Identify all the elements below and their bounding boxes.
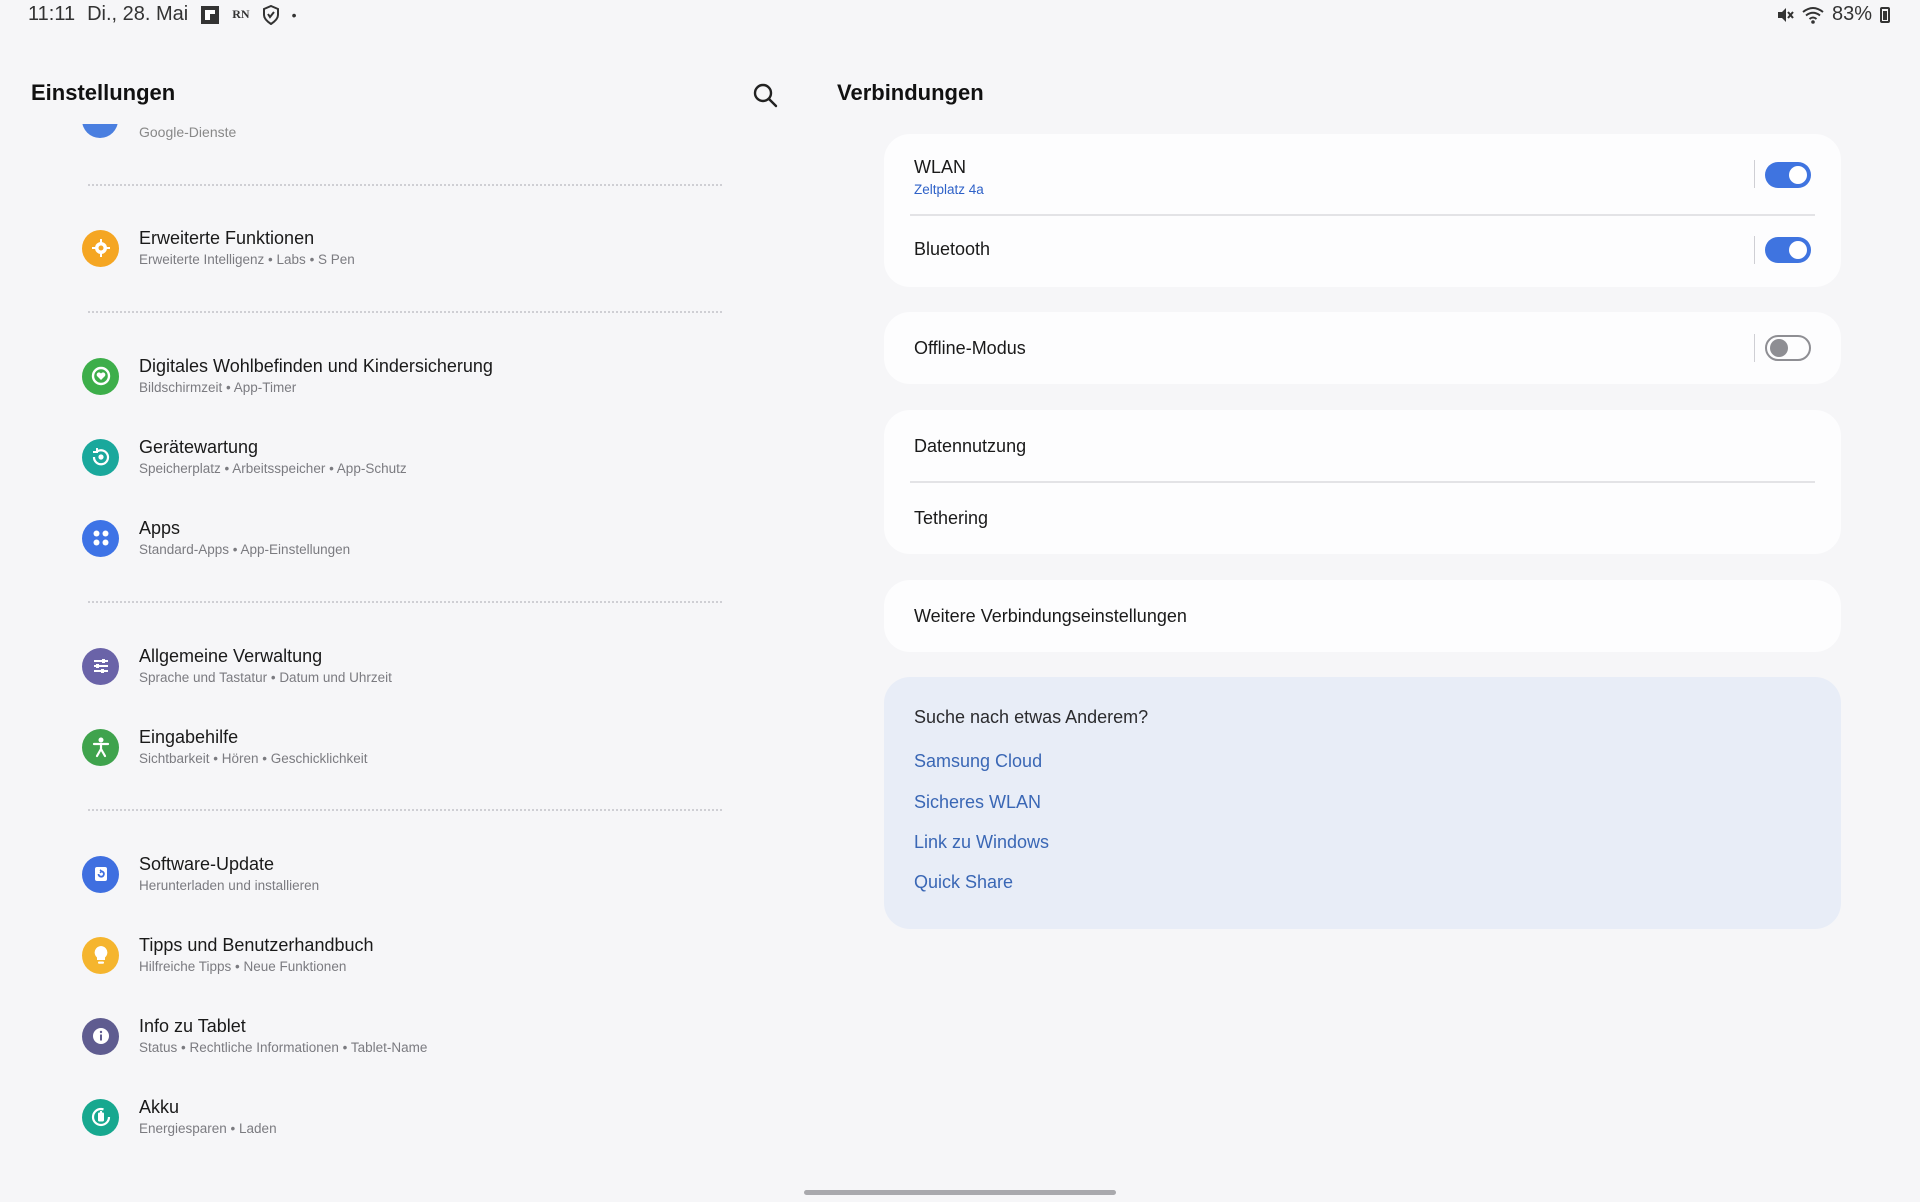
row-divider [910, 214, 1815, 216]
item-title: Info zu Tablet [139, 1016, 246, 1036]
device-care-icon [82, 438, 119, 476]
link-samsung-cloud[interactable]: Samsung Cloud [914, 751, 1042, 772]
item-title: Apps [139, 518, 181, 538]
settings-item-advanced-features[interactable]: Erweiterte Funktionen Erweiterte Intelli… [82, 213, 722, 283]
google-icon [82, 124, 118, 138]
apps-grid-icon [82, 519, 119, 557]
item-subtitle: Speicherplatz • Arbeitsspeicher • App-Sc… [139, 461, 407, 476]
settings-item-general-management[interactable]: Allgemeine Verwaltung Sprache und Tastat… [82, 631, 722, 701]
settings-item-tips[interactable]: Tipps und Benutzerhandbuch Hilfreiche Ti… [82, 920, 722, 990]
item-title: Eingabehilfe [139, 727, 239, 747]
wlan-label: WLAN [914, 157, 967, 177]
wlan-network-name: Zeltplatz 4a [914, 182, 984, 197]
lightbulb-icon [82, 936, 119, 974]
item-subtitle: Hilfreiche Tipps • Neue Funktionen [139, 959, 347, 974]
software-update-icon [82, 855, 119, 893]
suggestions-title: Suche nach etwas Anderem? [914, 707, 1149, 727]
toggle-separator [1754, 334, 1755, 362]
search-icon [753, 83, 778, 108]
offline-mode-row[interactable]: Offline-Modus [914, 328, 1811, 368]
status-time: 11:11 [28, 3, 76, 25]
sliders-icon [82, 647, 119, 685]
item-title: Digitales Wohlbefinden und Kindersicheru… [139, 356, 493, 376]
settings-item-device-care[interactable]: Gerätewartung Speicherplatz • Arbeitsspe… [82, 422, 722, 492]
accessibility-person-icon [82, 728, 119, 766]
item-subtitle: Standard-Apps • App-Einstellungen [139, 542, 351, 557]
item-subtitle: Status • Rechtliche Informationen • Tabl… [139, 1040, 428, 1055]
tethering-row[interactable]: Tethering [914, 498, 1811, 538]
connections-title: Verbindungen [837, 80, 984, 105]
item-title: Erweiterte Funktionen [139, 228, 315, 248]
data-card: Datennutzung Tethering [884, 410, 1841, 554]
rn-icon: RN [232, 7, 250, 21]
settings-item-apps[interactable]: Apps Standard-Apps • App-Einstellungen [82, 503, 722, 573]
wifi-icon [1802, 6, 1824, 24]
item-title: Software-Update [139, 854, 275, 874]
tethering-label: Tethering [914, 507, 989, 528]
wlan-toggle[interactable] [1765, 162, 1811, 188]
item-subtitle: Sichtbarkeit • Hören • Geschicklichkeit [139, 751, 368, 766]
item-subtitle: Erweiterte Intelligenz • Labs • S Pen [139, 252, 355, 267]
settings-item-about-tablet[interactable]: Info zu Tablet Status • Rechtliche Infor… [82, 1001, 722, 1071]
offline-mode-toggle[interactable] [1765, 335, 1811, 361]
offline-card: Offline-Modus [884, 312, 1841, 384]
battery-icon [1880, 6, 1890, 23]
item-subtitle: Bildschirmzeit • App-Timer [139, 380, 297, 395]
mute-icon [1776, 6, 1794, 24]
puzzle-gear-icon [82, 229, 119, 267]
settings-item-software-update[interactable]: Software-Update Herunterladen und instal… [82, 839, 722, 909]
wlan-row[interactable]: WLAN Zeltplatz 4a [914, 152, 1811, 202]
bluetooth-row[interactable]: Bluetooth [914, 229, 1811, 269]
bluetooth-toggle[interactable] [1765, 237, 1811, 263]
offline-mode-label: Offline-Modus [914, 337, 1026, 358]
item-title: Gerätewartung [139, 437, 259, 457]
info-icon [82, 1017, 119, 1055]
divider [88, 184, 722, 186]
search-button[interactable] [748, 78, 782, 112]
divider [88, 809, 722, 811]
settings-item-accessibility[interactable]: Eingabehilfe Sichtbarkeit • Hören • Gesc… [82, 712, 722, 782]
status-date: Di., 28. Mai [87, 3, 189, 25]
status-bar: 11:11 Di., 28. Mai RN • 83% [0, 0, 1920, 32]
link-to-windows[interactable]: Link zu Windows [914, 832, 1049, 853]
row-divider [910, 481, 1815, 483]
divider [88, 311, 722, 313]
item-title: Allgemeine Verwaltung [139, 646, 323, 666]
flipboard-icon [200, 5, 220, 25]
toggle-separator [1754, 236, 1755, 264]
settings-item-battery[interactable]: Akku Energiesparen • Laden [82, 1082, 722, 1152]
settings-title: Einstellungen [31, 80, 176, 105]
item-subtitle: Sprache und Tastatur • Datum und Uhrzeit [139, 670, 392, 685]
battery-care-icon [82, 1098, 119, 1136]
wellbeing-heart-icon [82, 357, 119, 395]
more-connection-settings-row[interactable]: Weitere Verbindungseinstellungen [914, 596, 1811, 636]
data-usage-label: Datennutzung [914, 435, 1027, 456]
item-subtitle: Energiesparen • Laden [139, 1121, 277, 1136]
bluetooth-label: Bluetooth [914, 238, 991, 259]
toggle-separator [1754, 160, 1755, 188]
item-title: Akku [139, 1097, 180, 1117]
notification-dot: • [291, 6, 297, 23]
google-services-subtitle: Google-Dienste [139, 124, 237, 140]
more-connection-settings-label: Weitere Verbindungseinstellungen [914, 605, 1187, 626]
link-secure-wlan[interactable]: Sicheres WLAN [914, 792, 1041, 813]
divider [88, 601, 722, 603]
settings-item-digital-wellbeing[interactable]: Digitales Wohlbefinden und Kindersicheru… [82, 341, 722, 411]
item-subtitle: Herunterladen und installieren [139, 878, 320, 893]
item-title: Tipps und Benutzerhandbuch [139, 935, 374, 955]
home-indicator[interactable] [804, 1190, 1116, 1195]
suggestions-card: Suche nach etwas Anderem? Samsung Cloud … [884, 677, 1841, 929]
link-quick-share[interactable]: Quick Share [914, 872, 1013, 893]
data-usage-row[interactable]: Datennutzung [914, 426, 1811, 466]
battery-percent: 83% [1831, 3, 1872, 25]
shield-icon [262, 4, 280, 25]
more-settings-card: Weitere Verbindungseinstellungen [884, 580, 1841, 652]
wireless-card: WLAN Zeltplatz 4a Bluetooth [884, 134, 1841, 287]
